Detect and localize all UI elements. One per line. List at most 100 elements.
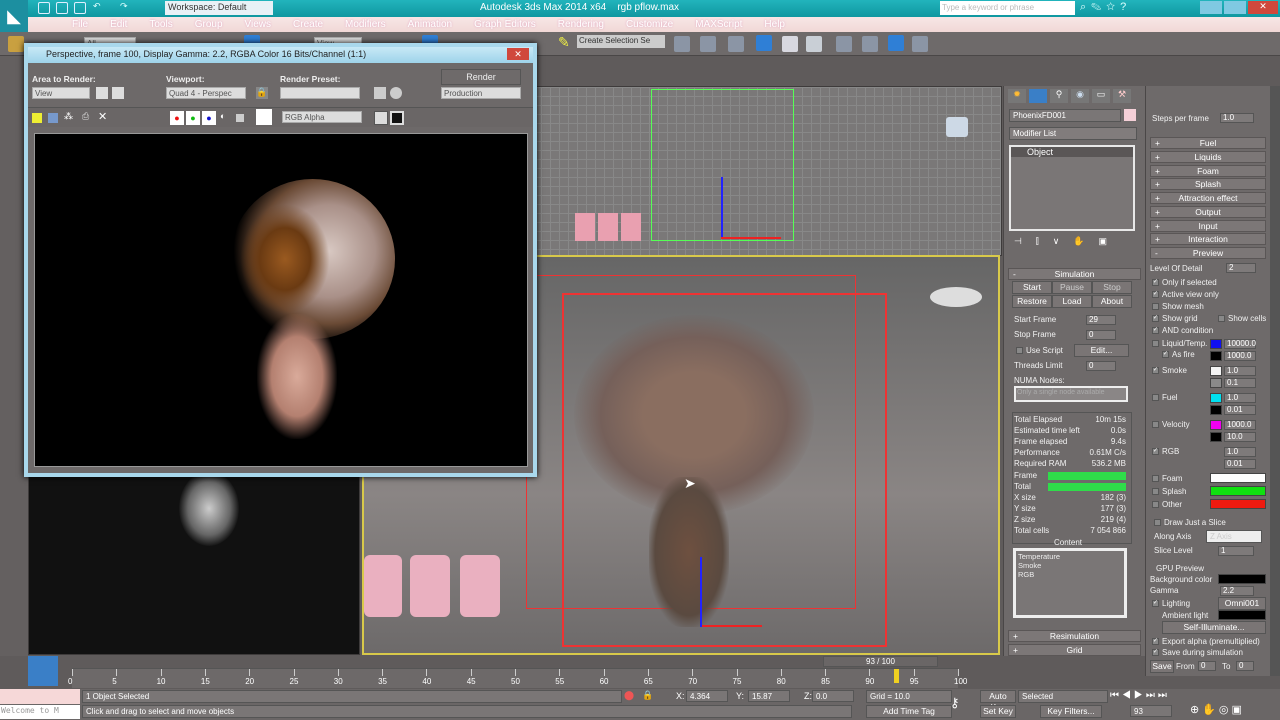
save-button[interactable]: Save [1150,660,1174,673]
smoke-checkbox[interactable]: ✓ Smoke [1152,366,1187,375]
utilities-tab-icon[interactable]: ⚒ [1113,89,1131,103]
rollout-liquids[interactable]: + Liquids [1150,151,1266,163]
to-spinner[interactable]: 0 [1236,661,1254,671]
render-setup-icon[interactable] [862,36,878,52]
liquid-temp-checkbox[interactable]: Liquid/Temp. [1152,339,1207,348]
swatch[interactable] [256,109,272,125]
rendered-frame-window-icon[interactable] [888,35,904,51]
workspace-dropdown[interactable]: Workspace: Default [165,1,273,15]
gamma-spinner[interactable]: 2.2 [1220,586,1254,596]
material-editor-icon[interactable] [836,36,852,52]
area-to-render-dropdown[interactable]: View [32,87,90,99]
show-cells-checkbox[interactable]: Show cells [1218,314,1266,323]
modify-tab-icon[interactable] [1029,89,1047,103]
maxscript-listener-pink[interactable] [0,689,80,704]
curve-editor-icon[interactable] [782,36,798,52]
current-frame-marker[interactable] [893,669,899,683]
rollout-grid[interactable]: + Grid [1008,644,1141,656]
fuel-color-swatch[interactable] [1210,393,1222,403]
named-selection-set-dropdown[interactable]: Create Selection Se [577,35,665,48]
maxscript-mini-listener[interactable]: Welcome to M [0,705,80,719]
open-file-icon[interactable] [56,2,68,14]
layer-manager-icon[interactable] [728,36,744,52]
velocity-value-spinner[interactable]: 1000.0 [1224,420,1256,430]
draw-just-a-slice-checkbox[interactable]: Draw Just a Slice [1154,518,1226,527]
only-if-selected-checkbox[interactable]: ✓ Only if selected [1152,278,1217,287]
schematic-view-icon[interactable] [806,36,822,52]
pause-button[interactable]: Pause [1052,281,1092,294]
rollout-input[interactable]: + Input [1150,220,1266,232]
and-condition-checkbox[interactable]: ✓ AND condition [1152,326,1213,335]
render-preset-dropdown[interactable] [280,87,360,99]
menu-help[interactable]: Help [764,19,785,30]
render-window-close-button[interactable]: ✕ [507,48,529,60]
light-picker-button[interactable]: Omni001 [1218,597,1266,610]
slice-level-spinner[interactable]: 1 [1218,546,1254,556]
x-coordinate-field[interactable]: 4.364 [686,690,728,702]
blue-channel-toggle[interactable]: ● [202,111,216,125]
smoke-color-swatch[interactable] [1210,366,1222,376]
use-script-checkbox[interactable]: Use Script [1016,346,1063,355]
stack-item-object[interactable]: Object [1011,147,1133,157]
move-gizmo-x[interactable] [702,625,762,627]
object-color-swatch[interactable] [1124,109,1136,121]
copy-image-icon[interactable] [48,113,58,123]
about-button[interactable]: About [1092,295,1132,308]
other-checkbox[interactable]: Other [1152,500,1182,509]
velocity-color2-swatch[interactable] [1210,432,1222,442]
render-button[interactable]: Render [441,69,521,85]
auto-key-button[interactable]: Auto Key [980,690,1016,712]
rollout-preview[interactable]: - Preview [1150,247,1266,259]
new-file-icon[interactable] [38,2,50,14]
splash-checkbox[interactable]: Splash [1152,487,1186,496]
render-setup-icon[interactable] [374,87,386,99]
green-channel-toggle[interactable]: ● [186,111,200,125]
rollout-interaction[interactable]: + Interaction [1150,233,1266,245]
splash-color-swatch[interactable] [1210,486,1266,496]
menu-graph-editors[interactable]: Graph Editors [474,19,536,30]
monochrome-icon[interactable] [236,114,244,122]
from-spinner[interactable]: 0 [1198,661,1216,671]
foam-checkbox[interactable]: Foam [1152,474,1182,483]
align-icon[interactable] [700,36,716,52]
lock-icon[interactable]: 🔒 [256,87,268,99]
export-alpha-checkbox[interactable]: ✓ Export alpha (premultiplied) [1152,637,1260,646]
infocenter-icons[interactable]: ⌕✎☆? [1080,1,1131,14]
menu-modifiers[interactable]: Modifiers [345,19,386,30]
menu-customize[interactable]: Customize [626,19,673,30]
smoke-value2-spinner[interactable]: 0.1 [1224,378,1256,388]
maximize-button[interactable] [1224,1,1246,14]
stack-controls[interactable]: ⊣⫿∨✋▣ [1014,236,1121,247]
edit-script-button[interactable]: Edit... [1074,344,1129,357]
search-input[interactable]: Type a keyword or phrase [940,1,1075,15]
rgb-checkbox[interactable]: ✓ RGB [1152,447,1179,456]
as-fire-checkbox[interactable]: ✓ As fire [1162,350,1195,359]
track-bar[interactable]: 0 5 10 15 20 25 30 35 40 45 50 55 60 65 70 75 80 85 90 95 10… [68,668,967,688]
viewport-camera[interactable] [28,470,360,655]
menu-create[interactable]: Create [293,19,323,30]
save-image-icon[interactable] [32,113,42,123]
key-mode-dropdown[interactable]: Selected [1018,690,1108,703]
fuel-checkbox[interactable]: Fuel [1152,393,1178,402]
background-color-swatch[interactable] [1218,574,1266,584]
navigation-controls[interactable]: ⊕✋◎▣ [1190,703,1245,716]
velocity-checkbox[interactable]: Velocity [1152,420,1190,429]
clone-window-icon[interactable]: ⁂ [64,111,73,122]
selection-lock-icon[interactable]: 🔒 [642,690,653,701]
load-button[interactable]: Load [1052,295,1092,308]
display-channel-dropdown[interactable]: RGB Alpha [282,111,362,123]
red-channel-toggle[interactable]: ● [170,111,184,125]
key-filters-button[interactable]: Key Filters... [1040,705,1102,718]
add-time-tag-button[interactable]: Add Time Tag [866,705,952,718]
auto-region-icon[interactable] [112,87,124,99]
menu-file[interactable]: File [72,19,88,30]
self-illuminate-button[interactable]: Self-Illuminate... [1162,621,1266,634]
z-coordinate-field[interactable]: 0.0 [812,690,854,702]
lighting-checkbox[interactable]: ✓ Lighting [1152,599,1190,608]
edit-named-selection-icon[interactable]: ✎ [558,34,570,51]
modifier-list-dropdown[interactable]: Modifier List [1009,127,1137,140]
restore-button[interactable]: Restore [1012,295,1052,308]
stop-button[interactable]: Stop [1092,281,1132,294]
set-key-button[interactable]: Set Key [980,705,1016,718]
edit-region-icon[interactable] [96,87,108,99]
